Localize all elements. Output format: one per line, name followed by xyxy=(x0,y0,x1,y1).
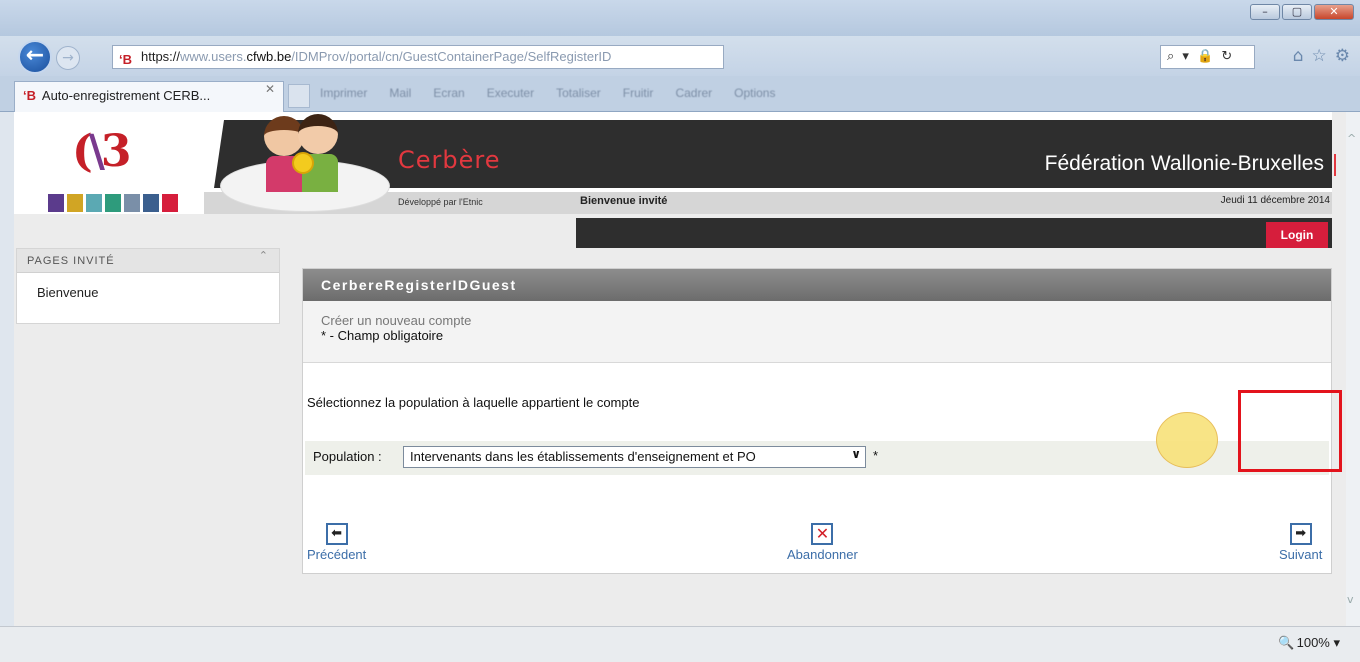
login-bar: Login xyxy=(576,218,1332,248)
navigation-bar: ← → ‘B https://www.users.cfwb.be/IDMProv… xyxy=(0,36,1360,76)
vertical-scrollbar[interactable]: ^ v xyxy=(1346,112,1360,626)
url-domain: cfwb.be xyxy=(246,49,292,64)
portlet-title: CerbereRegisterIDGuest xyxy=(303,269,1331,301)
address-bar[interactable]: ‘B https://www.users.cfwb.be/IDMProv/por… xyxy=(112,45,724,69)
browser-tools: ⌂ ☆ ⚙ xyxy=(1293,46,1350,66)
zoom-level: 100% xyxy=(1296,635,1330,650)
intro-create-account: Créer un nouveau compte xyxy=(321,313,472,328)
window-controls: – ▢ ✕ xyxy=(1250,4,1354,20)
status-bar: 🔍 100% ▾ xyxy=(0,626,1360,662)
population-select[interactable]: Intervenants dans les établissements d'e… xyxy=(403,446,866,468)
url-path: /IDMProv/portal/cn/GuestContainerPage/Se… xyxy=(291,49,612,64)
command-bar: Imprimer Mail Ecran Executer Totaliser F… xyxy=(320,86,775,100)
tab-strip: ‘B Auto-enregistrement CERB... ✕ Imprime… xyxy=(0,76,1360,112)
population-prompt: Sélectionnez la population à laquelle ap… xyxy=(307,395,640,410)
url-scheme: https:// xyxy=(141,49,181,64)
favorites-star-icon[interactable]: ☆ xyxy=(1312,46,1327,66)
previous-button[interactable]: ⬅ Précédent xyxy=(307,523,366,562)
page-viewport: (\3 Cerbère Fédération Wallonie-Bruxelle… xyxy=(14,112,1346,626)
tab-active[interactable]: ‘B Auto-enregistrement CERB... ✕ xyxy=(14,81,284,112)
portlet-intro: Créer un nouveau compte * - Champ obliga… xyxy=(303,301,1331,363)
current-date: Jeudi 11 décembre 2014 xyxy=(1220,195,1330,206)
brand-color-bar xyxy=(48,194,178,212)
color-swatch xyxy=(143,194,159,212)
window-titlebar: – ▢ ✕ xyxy=(0,0,1360,36)
minimize-button[interactable]: – xyxy=(1250,4,1280,20)
command-item[interactable]: Executer xyxy=(487,86,534,100)
address-tools[interactable]: ⌕ ▾ 🔒 ↻ xyxy=(1160,45,1255,69)
color-swatch xyxy=(67,194,83,212)
abandon-button[interactable]: ✕ Abandonner xyxy=(787,523,858,562)
zoom-control[interactable]: 🔍 100% ▾ xyxy=(1278,635,1340,651)
color-swatch xyxy=(105,194,121,212)
command-item[interactable]: Ecran xyxy=(433,86,464,100)
forward-button[interactable]: → xyxy=(56,46,80,70)
close-icon: ✕ xyxy=(811,523,834,545)
url-host: www.users. xyxy=(180,49,247,64)
guest-pages-panel: PAGES INVITÉ ⌃ Bienvenue xyxy=(16,248,280,324)
scroll-up-icon[interactable]: ^ xyxy=(1347,132,1356,145)
command-item[interactable]: Mail xyxy=(389,86,411,100)
command-item[interactable]: Totaliser xyxy=(556,86,601,100)
site-favicon-icon: ‘B xyxy=(119,52,132,67)
scroll-down-icon[interactable]: v xyxy=(1347,593,1354,606)
previous-label: Précédent xyxy=(307,547,367,562)
command-item[interactable]: Options xyxy=(734,86,775,100)
login-button[interactable]: Login xyxy=(1266,222,1328,248)
chevron-down-icon: ∨ xyxy=(851,447,861,461)
population-selected-value: Intervenants dans les établissements d'e… xyxy=(410,449,756,464)
intro-required-note: * - Champ obligatoire xyxy=(321,328,444,343)
back-button[interactable]: ← xyxy=(18,40,52,74)
guest-pages-title: PAGES INVITÉ ⌃ xyxy=(17,249,279,273)
color-swatch xyxy=(48,194,64,212)
mascot-illustration-icon xyxy=(264,112,354,200)
zoom-magnifier-icon: 🔍 xyxy=(1278,635,1295,650)
key-icon xyxy=(292,152,314,174)
close-window-button[interactable]: ✕ xyxy=(1314,4,1354,20)
collapse-icon[interactable]: ⌃ xyxy=(259,249,269,262)
command-item[interactable]: Imprimer xyxy=(320,86,367,100)
org-name: Fédération Wallonie-Bruxelles xyxy=(1044,152,1324,175)
settings-gear-icon[interactable]: ⚙ xyxy=(1335,46,1350,66)
next-label: Suivant xyxy=(1279,547,1323,562)
banner-strip xyxy=(14,192,1332,214)
fwb-logo-icon[interactable]: (\3 xyxy=(72,126,131,177)
app-title: Cerbère xyxy=(398,146,501,174)
arrow-right-icon: ➡ xyxy=(1289,523,1312,545)
new-tab-button[interactable] xyxy=(288,84,310,108)
cursor-highlight xyxy=(1156,412,1218,468)
arrow-left-icon: ⬅ xyxy=(325,523,348,545)
command-item[interactable]: Fruitir xyxy=(623,86,654,100)
tab-favicon-icon: ‘B xyxy=(23,88,36,103)
abandon-label: Abandonner xyxy=(787,547,858,562)
next-button[interactable]: ➡ Suivant xyxy=(1279,523,1322,562)
next-highlight-box xyxy=(1238,390,1342,472)
welcome-text: Bienvenue invité xyxy=(580,195,668,207)
color-swatch xyxy=(86,194,102,212)
mascot-head-right xyxy=(298,114,338,154)
guest-pages-title-text: PAGES INVITÉ xyxy=(27,255,115,267)
color-swatch xyxy=(162,194,178,212)
developed-by: Développé par l'Etnic xyxy=(398,197,483,207)
population-label: Population : xyxy=(313,449,382,464)
home-icon[interactable]: ⌂ xyxy=(1293,46,1304,66)
maximize-button[interactable]: ▢ xyxy=(1282,4,1312,20)
sidebar-item-bienvenue[interactable]: Bienvenue xyxy=(17,273,279,300)
color-swatch xyxy=(124,194,140,212)
org-accent-bar xyxy=(1334,154,1336,176)
required-mark: * xyxy=(873,448,879,463)
tab-title: Auto-enregistrement CERB... xyxy=(41,88,211,103)
command-item[interactable]: Cadrer xyxy=(675,86,712,100)
tab-close-icon[interactable]: ✕ xyxy=(265,82,275,96)
